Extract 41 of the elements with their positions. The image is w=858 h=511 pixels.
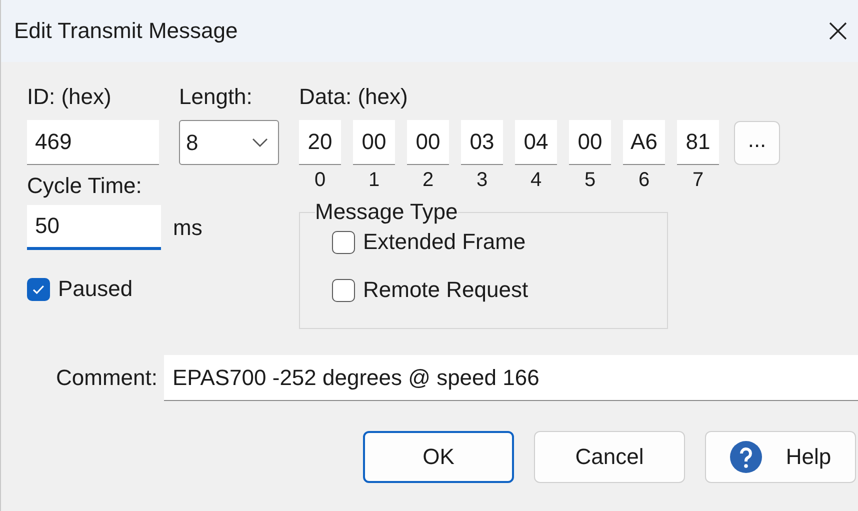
data-byte-field[interactable]: A6 bbox=[623, 120, 665, 165]
window-title: Edit Transmit Message bbox=[14, 18, 238, 44]
checkbox[interactable] bbox=[332, 230, 355, 254]
help-button[interactable]: Help bbox=[705, 431, 856, 483]
byte-index: 6 bbox=[637, 169, 651, 193]
data-byte-field[interactable]: 81 bbox=[677, 120, 719, 165]
close-icon[interactable] bbox=[828, 21, 848, 41]
data-byte-field[interactable]: 00 bbox=[407, 120, 449, 165]
comment-field[interactable]: EPAS700 -252 degrees @ speed 166 bbox=[164, 355, 858, 401]
comment-label: Comment: bbox=[56, 365, 158, 391]
data-byte-field[interactable]: 00 bbox=[569, 120, 611, 165]
ok-button[interactable]: OK bbox=[363, 431, 514, 483]
cycle-time-label: Cycle Time: bbox=[27, 172, 143, 200]
id-label: ID: (hex) bbox=[27, 83, 112, 111]
byte-index: 1 bbox=[367, 169, 381, 193]
cycle-time-field[interactable]: 50 bbox=[27, 205, 161, 250]
more-button[interactable]: ... bbox=[734, 120, 780, 164]
length-dropdown[interactable]: 8 bbox=[179, 120, 279, 165]
cancel-button[interactable]: Cancel bbox=[534, 431, 685, 483]
byte-index: 5 bbox=[583, 169, 597, 193]
byte-index: 2 bbox=[421, 169, 435, 193]
byte-index: 0 bbox=[313, 169, 327, 193]
checkbox-label: Extended Frame bbox=[363, 229, 526, 255]
data-label: Data: (hex) bbox=[299, 83, 409, 111]
checkbox-label: Remote Request bbox=[363, 277, 528, 303]
unit-label: ms bbox=[173, 214, 202, 240]
length-label: Length: bbox=[179, 83, 254, 111]
data-byte-field[interactable]: 03 bbox=[461, 120, 503, 165]
data-byte-field[interactable]: 00 bbox=[353, 120, 395, 165]
data-byte-field[interactable]: 04 bbox=[515, 120, 557, 165]
group-title: Message Type bbox=[315, 199, 458, 225]
caret-icon bbox=[252, 138, 268, 147]
checkbox-label: Paused bbox=[58, 276, 133, 302]
id-field[interactable]: 469 bbox=[27, 120, 159, 165]
data-byte-field[interactable]: 20 bbox=[299, 120, 341, 165]
help-icon bbox=[730, 441, 762, 473]
byte-index: 3 bbox=[475, 169, 489, 193]
checkbox[interactable] bbox=[332, 278, 355, 302]
byte-index: 7 bbox=[691, 169, 705, 193]
checkbox[interactable] bbox=[27, 278, 50, 300]
byte-index: 4 bbox=[529, 169, 543, 193]
